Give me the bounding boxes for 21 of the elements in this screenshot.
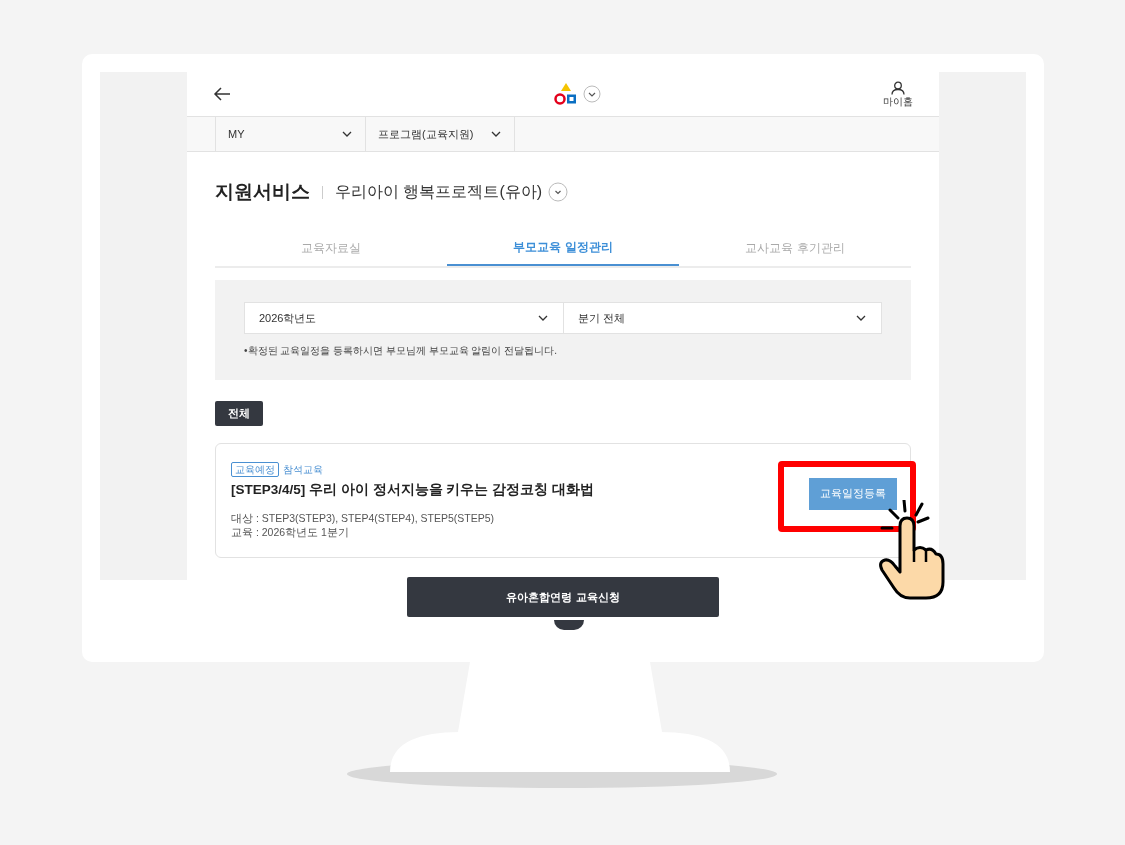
back-arrow-icon[interactable] bbox=[213, 87, 231, 101]
my-home-button[interactable]: 마이홈 bbox=[883, 80, 913, 108]
user-icon bbox=[891, 80, 905, 95]
page-title: 지원서비스 bbox=[215, 179, 310, 204]
dropdown-icon[interactable] bbox=[548, 182, 569, 202]
logo-icon[interactable] bbox=[553, 82, 579, 106]
page-subtitle: 우리아이 행복프로젝트(유아) bbox=[335, 182, 543, 202]
quarter-select[interactable]: 분기 전체 bbox=[563, 302, 882, 334]
scroll-top-drawing bbox=[554, 620, 584, 630]
apply-button[interactable]: 유아혼합연령 교육신청 bbox=[407, 577, 719, 617]
course-type: 참석교육 bbox=[283, 462, 323, 477]
notice-text: •확정된 교육일정을 등록하시면 부모님께 부모교육 알림이 전달됩니다. bbox=[244, 344, 558, 358]
course-target: 대상 : STEP3(STEP3), STEP4(STEP4), STEP5(STEP5) bbox=[231, 511, 495, 526]
course-title: [STEP3/4/5] 우리 아이 정서지능을 키우는 감정코칭 대화법 bbox=[231, 480, 594, 499]
status-badge: 교육예정 bbox=[231, 461, 279, 477]
course-schedule: 교육 : 2026학년도 1분기 bbox=[231, 525, 350, 540]
nav-dropdown[interactable]: 프로그램(교육지원) bbox=[365, 117, 515, 151]
year-select[interactable]: 2026학년도 bbox=[244, 302, 564, 334]
filter-chip[interactable]: 전체 bbox=[215, 401, 263, 426]
nav-dropdown[interactable]: MY bbox=[215, 117, 365, 151]
pointing-hand-icon bbox=[876, 500, 946, 602]
